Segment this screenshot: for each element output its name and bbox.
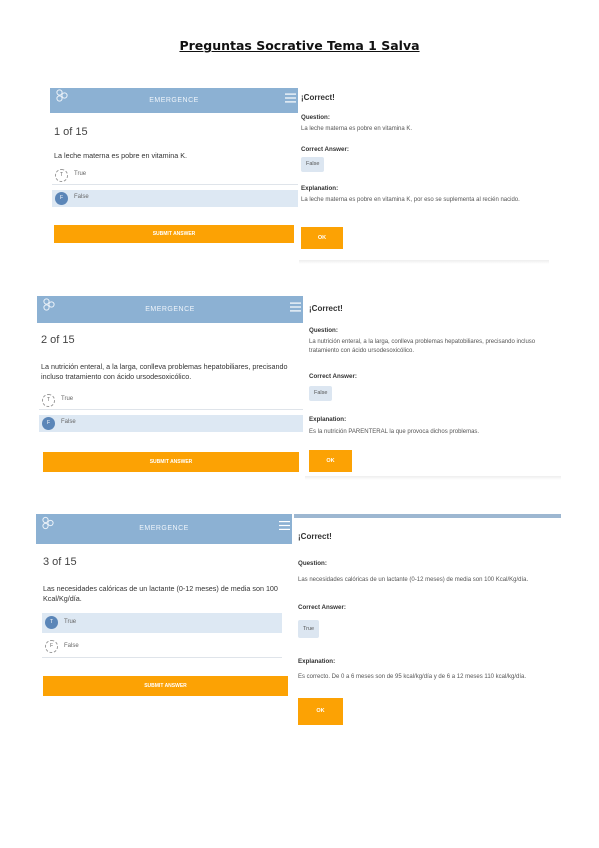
option-label: False xyxy=(64,643,79,649)
quiz-card: EMERGENCE 2 of 15 La nutrición enteral, … xyxy=(37,296,303,478)
submit-answer-button[interactable]: SUBMIT ANSWER xyxy=(43,676,288,696)
page-title: Preguntas Socrative Tema 1 Salva xyxy=(179,38,420,53)
app-header: EMERGENCE xyxy=(36,514,292,544)
explanation-text: La leche materna es pobre en vitamina K,… xyxy=(301,197,520,203)
logo-icon xyxy=(42,296,56,323)
question-text: La nutrición enteral, a la larga, conlle… xyxy=(41,362,288,381)
ok-button[interactable]: OK xyxy=(309,450,352,472)
header-label: EMERGENCE xyxy=(139,525,189,532)
question-label: Question: xyxy=(298,560,327,567)
header-label: EMERGENCE xyxy=(149,97,199,104)
quiz-card: EMERGENCE 1 of 15 La leche materna es po… xyxy=(50,88,298,248)
hamburger-menu-icon[interactable] xyxy=(279,514,290,544)
correct-heading: ¡Correct! xyxy=(298,532,332,541)
option-false[interactable]: F False xyxy=(52,190,298,207)
result-panel: ¡Correct! Question: La nutrición enteral… xyxy=(305,296,561,480)
panel-shadow xyxy=(305,476,561,480)
ok-button[interactable]: OK xyxy=(298,698,343,725)
question-label: Question: xyxy=(301,114,330,121)
correct-heading: ¡Correct! xyxy=(309,304,343,313)
option-letter-badge: T xyxy=(45,616,58,629)
result-question-text: La leche materna es pobre en vitamina K. xyxy=(301,126,413,132)
ok-button[interactable]: OK xyxy=(301,227,343,249)
explanation-label: Explanation: xyxy=(301,185,339,192)
option-label: True xyxy=(64,619,77,625)
explanation-text: Es correcto. De 0 a 6 meses son de 95 kc… xyxy=(298,674,527,680)
question-text: Las necesidades calóricas de un lactante… xyxy=(43,584,278,603)
option-false[interactable]: F False xyxy=(42,637,282,658)
question-counter: 1 of 15 xyxy=(54,126,88,138)
correct-answer-label: Correct Answer: xyxy=(309,373,357,380)
correct-answer-badge: False xyxy=(301,157,325,172)
question-label: Question: xyxy=(309,327,338,334)
explanation-text: Es la nutrición PARENTERAL la que provoc… xyxy=(309,429,480,435)
option-true[interactable]: T True xyxy=(52,167,298,185)
option-letter-badge: F xyxy=(45,640,58,653)
panel-shadow xyxy=(299,260,549,264)
hamburger-menu-icon[interactable] xyxy=(290,296,301,323)
app-header: EMERGENCE xyxy=(50,88,298,113)
option-label: True xyxy=(61,396,74,402)
quiz-card: EMERGENCE 3 of 15 Las necesidades calóri… xyxy=(36,514,292,714)
option-letter-badge: T xyxy=(55,168,68,182)
correct-answer-label: Correct Answer: xyxy=(301,146,349,153)
option-letter-badge: T xyxy=(42,393,55,407)
result-panel: ¡Correct! Question: Las necesidades caló… xyxy=(294,514,561,730)
result-panel: ¡Correct! Question: La leche materna es … xyxy=(299,88,549,264)
result-question-text: La nutrición enteral, a la larga, conlle… xyxy=(309,339,536,354)
option-true[interactable]: T True xyxy=(39,392,303,410)
option-label: False xyxy=(61,419,76,425)
option-label: True xyxy=(74,171,87,177)
option-label: False xyxy=(74,194,89,200)
submit-answer-button[interactable]: SUBMIT ANSWER xyxy=(54,225,294,243)
option-false[interactable]: F False xyxy=(39,415,303,432)
logo-icon xyxy=(55,88,69,113)
app-header: EMERGENCE xyxy=(37,296,303,323)
correct-answer-label: Correct Answer: xyxy=(298,604,346,611)
correct-heading: ¡Correct! xyxy=(301,93,335,102)
explanation-label: Explanation: xyxy=(298,658,336,665)
correct-answer-badge: True xyxy=(298,620,320,638)
logo-icon xyxy=(41,514,55,544)
header-label: EMERGENCE xyxy=(145,306,195,313)
explanation-label: Explanation: xyxy=(309,416,347,423)
correct-answer-badge: False xyxy=(309,386,333,401)
submit-answer-button[interactable]: SUBMIT ANSWER xyxy=(43,452,299,472)
option-true[interactable]: T True xyxy=(42,613,282,633)
option-letter-badge: F xyxy=(42,416,55,430)
option-letter-badge: F xyxy=(55,191,68,205)
question-counter: 2 of 15 xyxy=(41,334,75,346)
result-question-text: Las necesidades calóricas de un lactante… xyxy=(298,577,529,583)
hamburger-menu-icon[interactable] xyxy=(285,88,296,113)
question-counter: 3 of 15 xyxy=(43,556,77,568)
question-text: La leche materna es pobre en vitamina K. xyxy=(54,151,188,160)
